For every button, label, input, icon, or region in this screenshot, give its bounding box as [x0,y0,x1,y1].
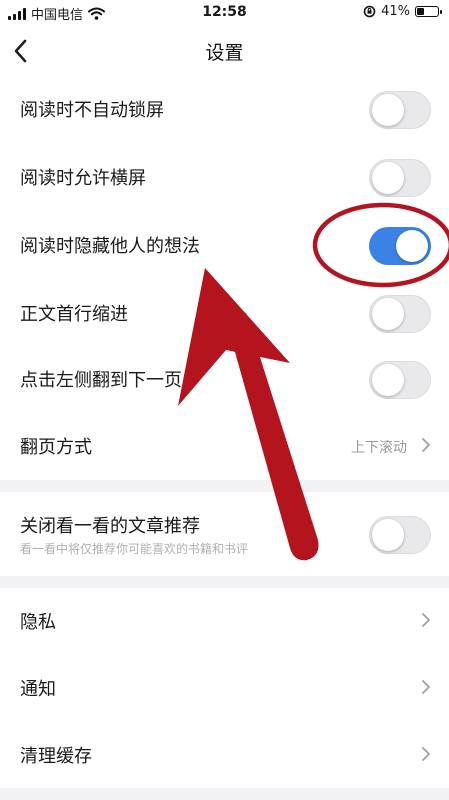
toggle-switch[interactable] [369,91,431,129]
setting-label: 正文首行缩进 [20,304,128,325]
toggle-switch[interactable] [369,159,431,197]
toggle-knob [372,298,404,330]
toggle-switch[interactable] [369,295,431,333]
chevron-right-icon [422,680,430,694]
setting-label: 关闭看一看的文章推荐 [20,516,200,537]
setting-row-tap-left-next-page: 点击左侧翻到下一页 [0,346,449,412]
setting-label: 翻页方式 [20,437,92,458]
setting-row-notifications[interactable]: 通知 [0,655,449,721]
setting-label: 阅读时隐藏他人的想法 [20,236,200,257]
setting-label: 点击左侧翻到下一页 [20,370,182,391]
setting-row-hide-thoughts: 阅读时隐藏他人的想法 [0,212,449,278]
section-divider [0,788,449,800]
toggle-knob [396,230,428,262]
setting-description: 看一看中将仅推荐你可能喜欢的书籍和书评 [20,542,249,556]
toggle-knob [372,162,404,194]
battery-icon [415,6,442,17]
toggle-knob [372,364,404,396]
setting-label: 清理缓存 [20,746,92,767]
chevron-right-icon [422,747,430,761]
rotation-lock-icon [363,5,376,18]
page-turn-value: 上下滚动 [351,440,407,456]
setting-label: 阅读时不自动锁屏 [20,100,164,121]
setting-label: 通知 [20,679,56,700]
setting-row-allow-landscape: 阅读时允许横屏 [0,144,449,210]
setting-row-first-line-indent: 正文首行缩进 [0,280,449,346]
section-divider [0,480,449,492]
setting-row-close-recommendations: 关闭看一看的文章推荐 看一看中将仅推荐你可能喜欢的书籍和书评 [0,492,449,572]
page-title: 设置 [205,42,244,64]
status-right: 41% [363,4,442,19]
toggle-switch[interactable] [369,361,431,399]
status-bar: 中国电信 12:58 41% [0,0,449,26]
setting-label: 隐私 [20,612,56,633]
chevron-right-icon [422,438,430,452]
toggle-switch[interactable] [369,516,431,554]
nav-bar: 设置 [0,26,449,76]
setting-label: 阅读时允许横屏 [20,168,146,189]
battery-level [417,8,425,15]
chevron-right-icon [422,613,430,627]
setting-row-no-autolock: 阅读时不自动锁屏 [0,76,449,142]
battery-percent: 41% [381,4,410,19]
section-divider [0,576,449,588]
setting-row-page-turn-mode[interactable]: 翻页方式 上下滚动 [0,413,449,479]
toggle-knob [372,519,404,551]
toggle-switch[interactable] [369,227,431,265]
setting-row-clear-cache[interactable]: 清理缓存 [0,722,449,788]
toggle-knob [372,94,404,126]
setting-row-privacy[interactable]: 隐私 [0,588,449,654]
